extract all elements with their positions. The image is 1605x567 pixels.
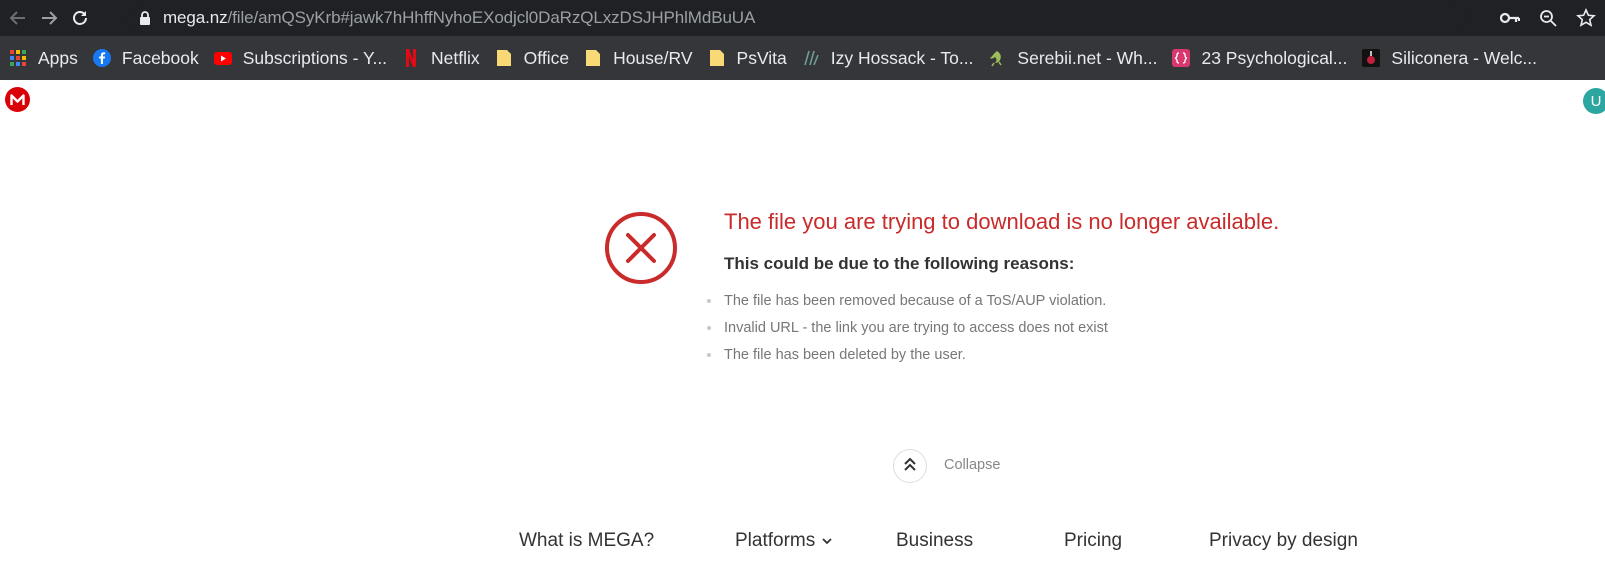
bookmark-label: PsVita [736, 47, 787, 68]
toolbar-right-icons [1491, 0, 1605, 36]
reload-icon [70, 8, 90, 28]
address-bar[interactable]: mega.nz/file/amQSyKrb#jawk7hHhffNyhoEXod… [127, 2, 1467, 34]
youtube-icon [213, 49, 232, 67]
lock-icon[interactable] [139, 10, 151, 26]
bookmark-label: Serebii.net - Wh... [1017, 47, 1158, 68]
star-icon[interactable] [1567, 0, 1605, 36]
url-text[interactable]: mega.nz/file/amQSyKrb#jawk7hHhffNyhoEXod… [163, 8, 755, 28]
footer-link-business[interactable]: Business [896, 530, 973, 552]
folder-icon [708, 49, 726, 67]
error-subtitle: This could be due to the following reaso… [724, 254, 1075, 273]
footer-link-platforms[interactable]: Platforms [735, 530, 832, 552]
reasons-list: The file has been removed because of a T… [707, 292, 1108, 373]
braces-icon [1172, 49, 1191, 67]
mega-logo[interactable] [5, 87, 30, 112]
bookmark-izy-hossack[interactable]: Izy Hossack - To... [796, 42, 980, 74]
bookmark-siliconera[interactable]: Siliconera - Welc... [1356, 42, 1543, 74]
bookmark-apps[interactable]: Apps [3, 42, 84, 74]
facebook-icon [92, 49, 111, 67]
footer-link-label: Pricing [1064, 530, 1123, 551]
bookmark-netflix[interactable]: Netflix [396, 42, 486, 74]
bookmark-label: Facebook [121, 47, 199, 68]
serebii-icon [988, 49, 1006, 67]
zoom-icon[interactable] [1529, 0, 1567, 36]
user-avatar[interactable]: U [1583, 88, 1605, 114]
collapse-label[interactable]: Collapse [944, 457, 1000, 473]
back-arrow-icon [8, 8, 28, 28]
apps-grid-icon [9, 49, 27, 67]
reload-button[interactable] [67, 5, 93, 31]
back-button[interactable] [5, 5, 31, 31]
netflix-icon [402, 49, 420, 67]
browser-toolbar: mega.nz/file/amQSyKrb#jawk7hHhffNyhoEXod… [0, 0, 1605, 36]
double-chevron-up-icon [902, 456, 918, 477]
folder-icon [584, 49, 602, 67]
list-item: The file has been deleted by the user. [707, 346, 1108, 373]
error-title: The file you are trying to download is n… [724, 209, 1280, 234]
bookmark-label: Netflix [431, 47, 480, 68]
footer-link-privacy-by-design[interactable]: Privacy by design [1209, 530, 1358, 552]
list-item: The file has been removed because of a T… [707, 292, 1108, 319]
bookmark-serebii[interactable]: Serebii.net - Wh... [982, 42, 1163, 74]
url-host: mega.nz [163, 8, 228, 27]
footer-link-label: Business [896, 530, 974, 551]
footer-link-pricing[interactable]: Pricing [1064, 530, 1122, 552]
footer-nav: What is MEGA? Platforms Business Pricing… [0, 530, 1605, 560]
chevron-down-icon [822, 537, 832, 545]
bookmark-house-rv[interactable]: House/RV [578, 42, 698, 74]
error-x-icon [604, 211, 678, 290]
siliconera-icon [1362, 49, 1381, 67]
bookmark-psychological[interactable]: 23 Psychological... [1166, 42, 1353, 74]
bookmark-psvita[interactable]: PsVita [702, 42, 793, 74]
bookmarks-bar: Apps Facebook Subscriptions - Y... Netfl… [0, 36, 1605, 80]
url-path: /file/amQSyKrb#jawk7hHhffNyhoEXodjcl0DaR… [227, 8, 756, 27]
collapse-button[interactable] [893, 449, 927, 483]
bookmark-label: 23 Psychological... [1201, 47, 1348, 68]
bookmark-label: Office [523, 47, 570, 68]
bookmark-label: House/RV [613, 47, 693, 68]
forward-arrow-icon [39, 8, 59, 28]
forward-button[interactable] [36, 5, 62, 31]
footer-link-label: What is MEGA? [519, 530, 655, 551]
bookmark-label: Izy Hossack - To... [830, 47, 974, 68]
list-item: Invalid URL - the link you are trying to… [707, 319, 1108, 346]
bookmark-subscriptions[interactable]: Subscriptions - Y... [208, 42, 393, 74]
bookmark-label: Subscriptions - Y... [242, 47, 388, 68]
bookmark-office[interactable]: Office [489, 42, 575, 74]
folder-icon [495, 49, 513, 67]
footer-link-what-is-mega[interactable]: What is MEGA? [519, 530, 654, 552]
bookmark-label: Siliconera - Welc... [1391, 47, 1537, 68]
site-icon [802, 49, 820, 67]
bookmark-facebook[interactable]: Facebook [87, 42, 205, 74]
footer-link-label: Privacy by design [1209, 530, 1358, 551]
bookmark-label: Apps [38, 47, 78, 68]
footer-link-label: Platforms [735, 530, 816, 551]
key-icon[interactable] [1491, 0, 1529, 36]
